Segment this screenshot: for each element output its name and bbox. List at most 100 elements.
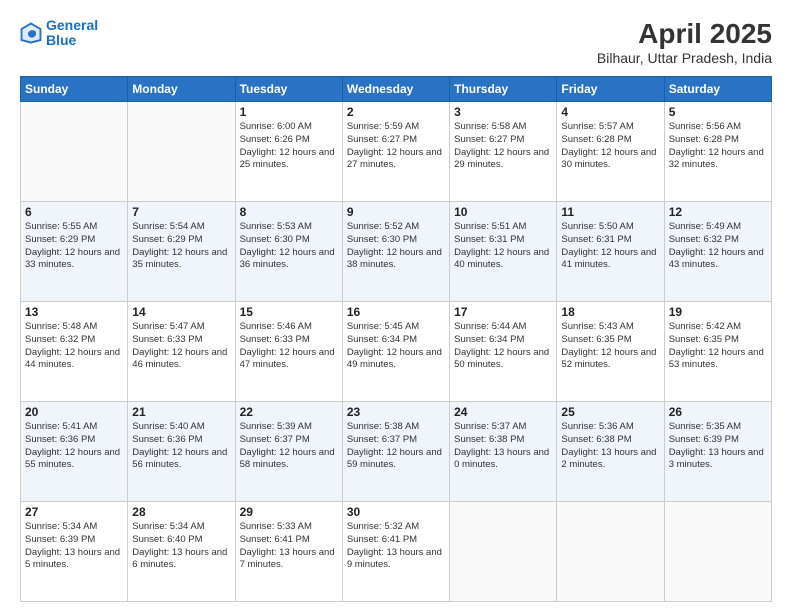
calendar-header-row: Sunday Monday Tuesday Wednesday Thursday…	[21, 77, 772, 102]
cell-day-number: 12	[669, 205, 767, 219]
cell-day-number: 7	[132, 205, 230, 219]
calendar-week-row: 20 Sunrise: 5:41 AMSunset: 6:36 PMDayligh…	[21, 402, 772, 502]
cell-day-number: 18	[561, 305, 659, 319]
cell-info: Sunrise: 5:48 AMSunset: 6:32 PMDaylight:…	[25, 321, 123, 372]
table-row: 29 Sunrise: 5:33 AMSunset: 6:41 PMDayligh…	[235, 502, 342, 602]
cell-info: Sunrise: 5:55 AMSunset: 6:29 PMDaylight:…	[25, 221, 123, 272]
table-row: 23 Sunrise: 5:38 AMSunset: 6:37 PMDayligh…	[342, 402, 449, 502]
col-wednesday: Wednesday	[342, 77, 449, 102]
page: General Blue April 2025 Bilhaur, Uttar P…	[0, 0, 792, 612]
cell-info: Sunrise: 5:52 AMSunset: 6:30 PMDaylight:…	[347, 221, 445, 272]
table-row: 27 Sunrise: 5:34 AMSunset: 6:39 PMDayligh…	[21, 502, 128, 602]
table-row: 2 Sunrise: 5:59 AMSunset: 6:27 PMDaylight…	[342, 102, 449, 202]
cell-info: Sunrise: 5:56 AMSunset: 6:28 PMDaylight:…	[669, 121, 767, 172]
table-row	[128, 102, 235, 202]
cell-day-number: 29	[240, 505, 338, 519]
cell-info: Sunrise: 5:51 AMSunset: 6:31 PMDaylight:…	[454, 221, 552, 272]
table-row	[21, 102, 128, 202]
table-row: 26 Sunrise: 5:35 AMSunset: 6:39 PMDayligh…	[664, 402, 771, 502]
table-row: 6 Sunrise: 5:55 AMSunset: 6:29 PMDaylight…	[21, 202, 128, 302]
table-row: 19Sunrise: 5:42 AMSunset: 6:35 PMDayligh…	[664, 302, 771, 402]
cell-info: Sunrise: 5:54 AMSunset: 6:29 PMDaylight:…	[132, 221, 230, 272]
cell-day-number: 23	[347, 405, 445, 419]
cell-info: Sunrise: 5:59 AMSunset: 6:27 PMDaylight:…	[347, 121, 445, 172]
cell-day-number: 9	[347, 205, 445, 219]
cell-info: Sunrise: 5:46 AMSunset: 6:33 PMDaylight:…	[240, 321, 338, 372]
cell-day-number: 2	[347, 105, 445, 119]
calendar-week-row: 1 Sunrise: 6:00 AMSunset: 6:26 PMDaylight…	[21, 102, 772, 202]
calendar-table: Sunday Monday Tuesday Wednesday Thursday…	[20, 76, 772, 602]
calendar-week-row: 13Sunrise: 5:48 AMSunset: 6:32 PMDayligh…	[21, 302, 772, 402]
cell-info: Sunrise: 5:42 AMSunset: 6:35 PMDaylight:…	[669, 321, 767, 372]
cell-day-number: 1	[240, 105, 338, 119]
table-row: 3 Sunrise: 5:58 AMSunset: 6:27 PMDaylight…	[450, 102, 557, 202]
cell-day-number: 27	[25, 505, 123, 519]
cell-info: Sunrise: 5:34 AMSunset: 6:40 PMDaylight:…	[132, 521, 230, 572]
table-row: 15 Sunrise: 5:46 AMSunset: 6:33 PMDayligh…	[235, 302, 342, 402]
cell-day-number: 20	[25, 405, 123, 419]
month-title: April 2025	[597, 18, 772, 50]
cell-day-number: 30	[347, 505, 445, 519]
logo-icon	[20, 22, 42, 44]
table-row	[664, 502, 771, 602]
calendar-week-row: 27 Sunrise: 5:34 AMSunset: 6:39 PMDayligh…	[21, 502, 772, 602]
cell-day-number: 15	[240, 305, 338, 319]
cell-info: Sunrise: 5:41 AMSunset: 6:36 PMDaylight:…	[25, 421, 123, 472]
table-row: 25 Sunrise: 5:36 AMSunset: 6:38 PMDayligh…	[557, 402, 664, 502]
cell-day-number: 6	[25, 205, 123, 219]
col-tuesday: Tuesday	[235, 77, 342, 102]
cell-day-number: 25	[561, 405, 659, 419]
table-row: 7 Sunrise: 5:54 AMSunset: 6:29 PMDaylight…	[128, 202, 235, 302]
cell-info: Sunrise: 5:38 AMSunset: 6:37 PMDaylight:…	[347, 421, 445, 472]
table-row: 17 Sunrise: 5:44 AMSunset: 6:34 PMDayligh…	[450, 302, 557, 402]
cell-day-number: 3	[454, 105, 552, 119]
cell-info: Sunrise: 5:53 AMSunset: 6:30 PMDaylight:…	[240, 221, 338, 272]
header: General Blue April 2025 Bilhaur, Uttar P…	[20, 18, 772, 66]
cell-info: Sunrise: 5:35 AMSunset: 6:39 PMDaylight:…	[669, 421, 767, 472]
title-block: April 2025 Bilhaur, Uttar Pradesh, India	[597, 18, 772, 66]
cell-day-number: 17	[454, 305, 552, 319]
logo-text: General Blue	[46, 18, 98, 49]
table-row: 5Sunrise: 5:56 AMSunset: 6:28 PMDaylight…	[664, 102, 771, 202]
cell-info: Sunrise: 5:49 AMSunset: 6:32 PMDaylight:…	[669, 221, 767, 272]
cell-info: Sunrise: 5:36 AMSunset: 6:38 PMDaylight:…	[561, 421, 659, 472]
table-row: 13Sunrise: 5:48 AMSunset: 6:32 PMDayligh…	[21, 302, 128, 402]
table-row: 11Sunrise: 5:50 AMSunset: 6:31 PMDayligh…	[557, 202, 664, 302]
table-row: 4 Sunrise: 5:57 AMSunset: 6:28 PMDaylight…	[557, 102, 664, 202]
logo: General Blue	[20, 18, 98, 49]
cell-info: Sunrise: 5:45 AMSunset: 6:34 PMDaylight:…	[347, 321, 445, 372]
cell-day-number: 21	[132, 405, 230, 419]
col-sunday: Sunday	[21, 77, 128, 102]
cell-info: Sunrise: 5:47 AMSunset: 6:33 PMDaylight:…	[132, 321, 230, 372]
cell-day-number: 22	[240, 405, 338, 419]
table-row: 16 Sunrise: 5:45 AMSunset: 6:34 PMDayligh…	[342, 302, 449, 402]
cell-day-number: 8	[240, 205, 338, 219]
cell-info: Sunrise: 5:40 AMSunset: 6:36 PMDaylight:…	[132, 421, 230, 472]
cell-info: Sunrise: 5:39 AMSunset: 6:37 PMDaylight:…	[240, 421, 338, 472]
table-row: 28Sunrise: 5:34 AMSunset: 6:40 PMDayligh…	[128, 502, 235, 602]
calendar-week-row: 6 Sunrise: 5:55 AMSunset: 6:29 PMDaylight…	[21, 202, 772, 302]
table-row: 24Sunrise: 5:37 AMSunset: 6:38 PMDayligh…	[450, 402, 557, 502]
table-row	[450, 502, 557, 602]
cell-info: Sunrise: 5:34 AMSunset: 6:39 PMDaylight:…	[25, 521, 123, 572]
cell-info: Sunrise: 6:00 AMSunset: 6:26 PMDaylight:…	[240, 121, 338, 172]
cell-day-number: 26	[669, 405, 767, 419]
table-row: 10Sunrise: 5:51 AMSunset: 6:31 PMDayligh…	[450, 202, 557, 302]
table-row: 22 Sunrise: 5:39 AMSunset: 6:37 PMDayligh…	[235, 402, 342, 502]
table-row: 30 Sunrise: 5:32 AMSunset: 6:41 PMDayligh…	[342, 502, 449, 602]
cell-info: Sunrise: 5:44 AMSunset: 6:34 PMDaylight:…	[454, 321, 552, 372]
cell-day-number: 4	[561, 105, 659, 119]
cell-day-number: 16	[347, 305, 445, 319]
col-monday: Monday	[128, 77, 235, 102]
cell-day-number: 24	[454, 405, 552, 419]
cell-info: Sunrise: 5:57 AMSunset: 6:28 PMDaylight:…	[561, 121, 659, 172]
table-row: 18Sunrise: 5:43 AMSunset: 6:35 PMDayligh…	[557, 302, 664, 402]
table-row: 21 Sunrise: 5:40 AMSunset: 6:36 PMDayligh…	[128, 402, 235, 502]
table-row: 20 Sunrise: 5:41 AMSunset: 6:36 PMDayligh…	[21, 402, 128, 502]
table-row: 9 Sunrise: 5:52 AMSunset: 6:30 PMDaylight…	[342, 202, 449, 302]
cell-day-number: 11	[561, 205, 659, 219]
cell-info: Sunrise: 5:58 AMSunset: 6:27 PMDaylight:…	[454, 121, 552, 172]
cell-info: Sunrise: 5:32 AMSunset: 6:41 PMDaylight:…	[347, 521, 445, 572]
table-row	[557, 502, 664, 602]
cell-info: Sunrise: 5:33 AMSunset: 6:41 PMDaylight:…	[240, 521, 338, 572]
